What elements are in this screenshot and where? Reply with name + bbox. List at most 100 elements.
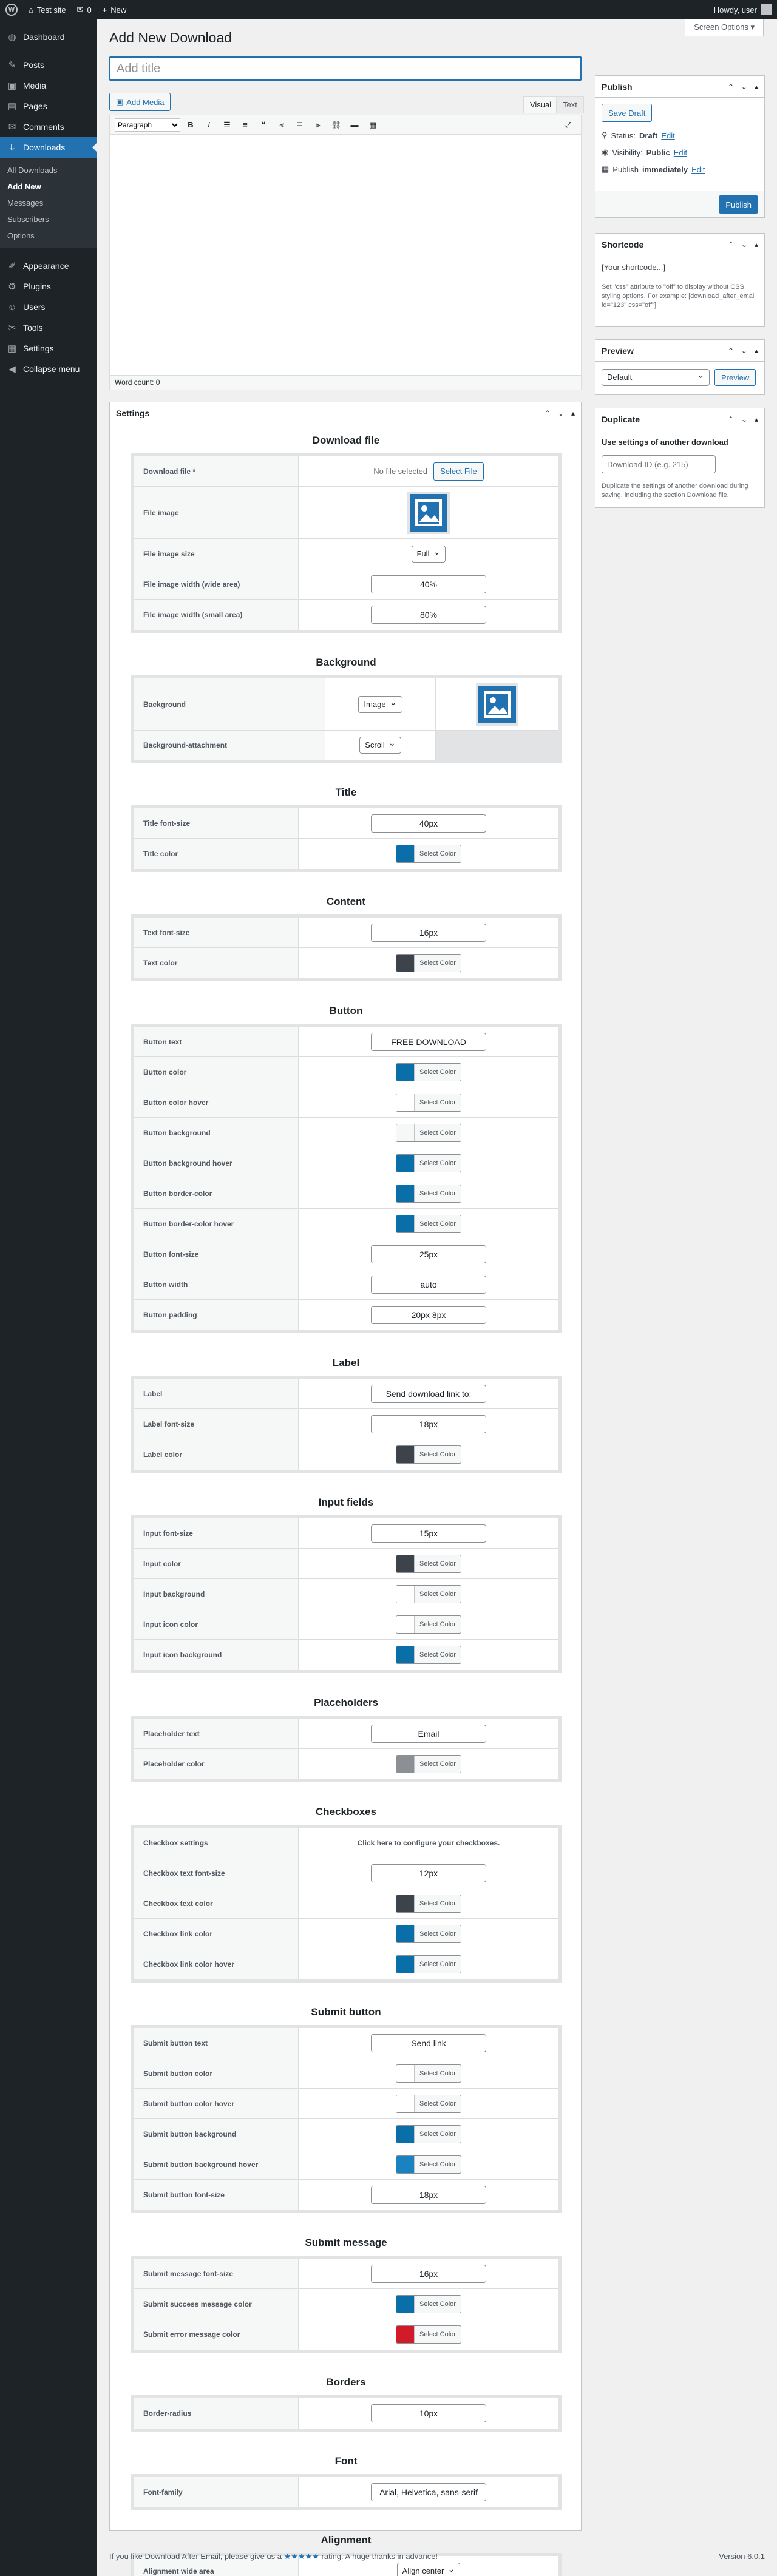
setting-text-input[interactable]: 15px xyxy=(371,1524,486,1543)
color-picker[interactable]: Select Color xyxy=(396,1063,461,1081)
setting-text-input[interactable]: 16px xyxy=(371,2264,486,2283)
submenu-item[interactable]: Add New xyxy=(0,178,97,195)
move-up-icon[interactable]: ⌃ xyxy=(545,409,551,418)
menu-item-media[interactable]: ▣ Media xyxy=(0,75,97,96)
toggle-panel-icon[interactable]: ▴ xyxy=(571,409,575,418)
submenu-item[interactable]: Subscribers xyxy=(0,211,97,228)
setting-text-input[interactable]: 25px xyxy=(371,1245,486,1263)
setting-text-input[interactable]: Send link xyxy=(371,2033,486,2052)
preview-button[interactable]: Preview xyxy=(714,369,756,386)
move-down-icon[interactable]: ⌄ xyxy=(558,409,564,418)
color-picker[interactable]: Select Color xyxy=(396,1584,461,1603)
account-menu[interactable]: Howdy, user xyxy=(708,0,777,19)
file-image-width-small-input[interactable]: 80% xyxy=(371,606,486,624)
fullscreen-icon[interactable]: ⤢ xyxy=(560,117,576,133)
color-picker[interactable]: Select Color xyxy=(396,2294,461,2313)
file-image-size-select[interactable]: Full xyxy=(411,544,446,563)
new-content-link[interactable]: + New xyxy=(97,0,132,19)
setting-text-input[interactable]: 18px xyxy=(371,2186,486,2204)
toggle-panel-icon[interactable]: ▴ xyxy=(755,347,758,355)
publish-button[interactable]: Publish xyxy=(719,195,758,214)
wp-logo-menu[interactable]: W xyxy=(0,0,23,19)
edit-date-link[interactable]: Edit xyxy=(691,165,705,174)
toggle-panel-icon[interactable]: ▴ xyxy=(755,83,758,91)
menu-item-settings[interactable]: ▦ Settings xyxy=(0,338,97,359)
file-image-picker[interactable] xyxy=(407,491,450,534)
color-picker[interactable]: Select Color xyxy=(396,1894,461,1913)
shortcode-text[interactable]: [Your shortcode...] xyxy=(602,263,758,272)
move-up-icon[interactable]: ⌃ xyxy=(728,347,734,355)
read-more-icon[interactable]: ▬ xyxy=(347,117,362,133)
color-picker[interactable]: Select Color xyxy=(396,1646,461,1664)
menu-item-downloads[interactable]: ⇩ Downloads xyxy=(0,137,97,158)
tab-visual[interactable]: Visual xyxy=(523,96,558,113)
setting-text-input[interactable]: 12px xyxy=(371,1864,486,1882)
move-up-icon[interactable]: ⌃ xyxy=(728,240,734,249)
bullet-list-icon[interactable]: ☰ xyxy=(219,117,235,133)
setting-text-input[interactable]: 40px xyxy=(371,814,486,833)
setting-text-input[interactable]: 16px xyxy=(371,923,486,942)
color-picker[interactable]: Select Color xyxy=(396,845,461,863)
rating-stars-link[interactable]: ★★★★★ xyxy=(284,2552,319,2561)
setting-text-input[interactable]: Arial, Helvetica, sans-serif xyxy=(371,2483,486,2501)
setting-text-input[interactable]: 18px xyxy=(371,1415,486,1433)
italic-icon[interactable]: I xyxy=(201,117,217,133)
move-down-icon[interactable]: ⌄ xyxy=(741,83,747,91)
menu-item-dashboard[interactable]: ◍ Dashboard xyxy=(0,27,97,47)
color-picker[interactable]: Select Color xyxy=(396,2094,461,2113)
save-draft-button[interactable]: Save Draft xyxy=(602,104,653,122)
color-picker[interactable]: Select Color xyxy=(396,2125,461,2143)
move-up-icon[interactable]: ⌃ xyxy=(728,415,734,424)
menu-item-collapse-menu[interactable]: ◀ Collapse menu xyxy=(0,359,97,379)
menu-item-appearance[interactable]: ✐ Appearance xyxy=(0,255,97,276)
screen-options-button[interactable]: Screen Options ▾ xyxy=(685,19,764,36)
submenu-item[interactable]: Messages xyxy=(0,195,97,211)
setting-text-input[interactable]: Email xyxy=(371,1724,486,1743)
color-picker[interactable]: Select Color xyxy=(396,1445,461,1464)
color-picker[interactable]: Select Color xyxy=(396,1955,461,1973)
setting-text-input[interactable]: FREE DOWNLOAD xyxy=(371,1032,486,1051)
color-picker[interactable]: Select Color xyxy=(396,1214,461,1233)
configure-checkboxes-link[interactable]: Click here to configure your checkboxes. xyxy=(358,1839,500,1847)
site-name-link[interactable]: ⌂ Test site xyxy=(23,0,72,19)
background-type-select[interactable]: Image xyxy=(358,694,402,713)
menu-item-tools[interactable]: ✂ Tools xyxy=(0,317,97,338)
add-media-button[interactable]: ▣ Add Media xyxy=(109,93,171,111)
setting-text-input[interactable]: Send download link to: xyxy=(371,1384,486,1403)
menu-item-plugins[interactable]: ⚙ Plugins xyxy=(0,276,97,297)
move-down-icon[interactable]: ⌄ xyxy=(741,240,747,249)
preview-select[interactable]: Default xyxy=(602,367,710,386)
blockquote-icon[interactable]: ❝ xyxy=(256,117,271,133)
tab-text[interactable]: Text xyxy=(556,96,584,113)
color-picker[interactable]: Select Color xyxy=(396,1093,461,1112)
title-input[interactable] xyxy=(109,56,582,81)
background-attachment-select[interactable]: Scroll xyxy=(359,735,401,754)
move-down-icon[interactable]: ⌄ xyxy=(741,347,747,355)
setting-text-input[interactable]: 20px 8px xyxy=(371,1306,486,1324)
move-down-icon[interactable]: ⌄ xyxy=(741,415,747,424)
edit-status-link[interactable]: Edit xyxy=(661,131,674,140)
menu-item-posts[interactable]: ✎ Posts xyxy=(0,55,97,75)
submenu-item[interactable]: All Downloads xyxy=(0,162,97,178)
edit-visibility-link[interactable]: Edit xyxy=(674,148,687,157)
submenu-item[interactable]: Options xyxy=(0,228,97,244)
color-picker[interactable]: Select Color xyxy=(396,1755,461,1773)
color-picker[interactable]: Select Color xyxy=(396,954,461,972)
color-picker[interactable]: Select Color xyxy=(396,1554,461,1573)
link-icon[interactable]: ⛓ xyxy=(328,117,344,133)
select-file-button[interactable]: Select File xyxy=(433,462,484,481)
setting-select[interactable]: Align center xyxy=(396,2561,461,2576)
bold-icon[interactable]: B xyxy=(183,117,198,133)
color-picker[interactable]: Select Color xyxy=(396,1184,461,1203)
color-picker[interactable]: Select Color xyxy=(396,1615,461,1634)
content-editor[interactable]: Paragraph B I ☰ ≡ ❝ ⫷ ≣ ⫸ ⛓ ▬ ▦ ⤢ Word c… xyxy=(109,115,582,390)
color-picker[interactable]: Select Color xyxy=(396,2155,461,2174)
background-image-picker[interactable] xyxy=(476,683,518,726)
move-up-icon[interactable]: ⌃ xyxy=(728,83,734,91)
color-picker[interactable]: Select Color xyxy=(396,1123,461,1142)
duplicate-id-input[interactable] xyxy=(602,455,716,473)
toolbar-toggle-icon[interactable]: ▦ xyxy=(365,117,381,133)
toggle-panel-icon[interactable]: ▴ xyxy=(755,415,758,424)
numbered-list-icon[interactable]: ≡ xyxy=(237,117,253,133)
setting-text-input[interactable]: 10px xyxy=(371,2404,486,2422)
